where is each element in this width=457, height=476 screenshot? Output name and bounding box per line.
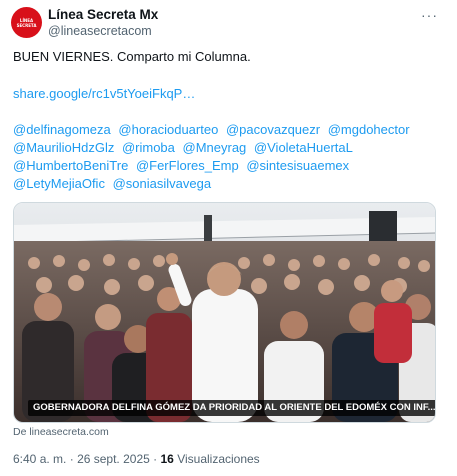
views-label: Visualizaciones <box>177 452 260 466</box>
mention-link[interactable]: @horacioduarteo <box>118 122 218 137</box>
avatar[interactable]: LÍNEA SECRETA <box>11 7 42 38</box>
event-photo <box>14 203 435 422</box>
tweet-time[interactable]: 6:40 a. m. <box>13 452 66 466</box>
mention-link[interactable]: @Mneyrag <box>183 140 247 155</box>
tweet-date[interactable]: 26 sept. 2025 <box>77 452 150 466</box>
mention-link[interactable]: @MaurilioHdzGlz <box>13 140 114 155</box>
mention-link[interactable]: @FerFlores_Emp <box>136 158 239 173</box>
meta-separator: · <box>69 452 74 466</box>
mention-link[interactable]: @mgdohector <box>328 122 410 137</box>
link-preview-image[interactable]: GOBERNADORA DELFINA GÓMEZ DA PRIORIDAD A… <box>13 202 436 423</box>
shared-link[interactable]: share.google/rc1v5tYoeiFkqP… <box>13 86 195 101</box>
views-count: 16 <box>160 452 174 466</box>
link-source[interactable]: De lineasecreta.com <box>13 426 109 438</box>
meta-separator: · <box>153 452 158 466</box>
mention-link[interactable]: @LetyMejiaOfic <box>13 176 105 191</box>
author-display-name[interactable]: Línea Secreta Mx <box>48 7 158 22</box>
tweet-meta: 6:40 a. m. · 26 sept. 2025 · 16 Visualiz… <box>13 452 260 466</box>
tweet-card: LÍNEA SECRETA Línea Secreta Mx @lineasec… <box>0 0 457 476</box>
mention-link[interactable]: @sintesisuaemex <box>246 158 349 173</box>
tweet-text: BUEN VIERNES. Comparto mi Columna. <box>13 49 251 64</box>
mention-link[interactable]: @VioletaHuertaL <box>254 140 353 155</box>
mention-link[interactable]: @soniasilvavega <box>113 176 211 191</box>
mention-link[interactable]: @HumbertoBeniTre <box>13 158 128 173</box>
avatar-logo-text: LÍNEA SECRETA <box>16 18 37 28</box>
mention-link[interactable]: @rimoba <box>122 140 175 155</box>
more-options-icon[interactable]: ··· <box>421 7 438 23</box>
link-preview-title: GOBERNADORA DELFINA GÓMEZ DA PRIORIDAD A… <box>28 400 435 416</box>
author-handle[interactable]: @lineasecretacom <box>48 24 152 38</box>
mention-link[interactable]: @delfinagomeza <box>13 122 111 137</box>
mention-link[interactable]: @pacovazquezr <box>226 122 320 137</box>
mentions-list: @delfinagomeza @horacioduarteo @pacovazq… <box>13 121 438 193</box>
